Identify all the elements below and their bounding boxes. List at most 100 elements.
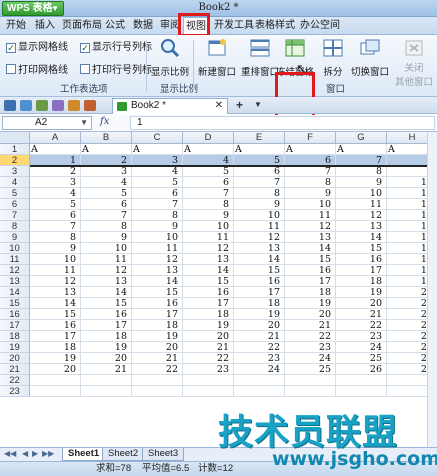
table-cell[interactable]: 4 bbox=[30, 188, 81, 199]
undo-icon[interactable] bbox=[68, 100, 80, 111]
show-gridlines-checkbox[interactable]: ✓ 显示网格线 bbox=[6, 41, 68, 54]
menu-formula[interactable]: 公式 bbox=[103, 17, 127, 35]
prev-sheet-icon[interactable]: ◀ bbox=[22, 449, 28, 458]
menu-developer[interactable]: 开发工具 bbox=[212, 17, 256, 35]
last-sheet-icon[interactable]: ▶▶ bbox=[42, 449, 54, 458]
table-cell[interactable]: 2 bbox=[30, 166, 81, 177]
table-cell[interactable]: 21 bbox=[132, 353, 183, 364]
row-header-8[interactable]: 8 bbox=[0, 221, 30, 232]
row-header-7[interactable]: 7 bbox=[0, 210, 30, 221]
row-header-15[interactable]: 15 bbox=[0, 298, 30, 309]
table-cell[interactable]: 17 bbox=[30, 331, 81, 342]
table-cell[interactable]: 24 bbox=[336, 342, 387, 353]
table-cell[interactable]: 21 bbox=[81, 364, 132, 375]
table-cell[interactable]: 8 bbox=[30, 232, 81, 243]
table-cell[interactable]: 17 bbox=[285, 276, 336, 287]
table-cell[interactable]: 20 bbox=[30, 364, 81, 375]
table-cell[interactable]: 3 bbox=[81, 166, 132, 177]
table-cell[interactable]: 8 bbox=[183, 199, 234, 210]
table-cell[interactable]: 6 bbox=[183, 177, 234, 188]
sheet-tab-1[interactable]: Sheet1 bbox=[62, 448, 106, 461]
table-cell[interactable]: 12 bbox=[285, 221, 336, 232]
table-cell[interactable]: 14 bbox=[30, 298, 81, 309]
table-cell[interactable]: 19 bbox=[132, 331, 183, 342]
table-cell[interactable]: 4 bbox=[81, 177, 132, 188]
row-header-9[interactable]: 9 bbox=[0, 232, 30, 243]
fx-icon[interactable]: fx bbox=[100, 116, 109, 127]
table-cell[interactable]: 8 bbox=[285, 177, 336, 188]
table-cell[interactable]: 12 bbox=[81, 265, 132, 276]
table-cell[interactable]: 13 bbox=[183, 254, 234, 265]
table-cell[interactable]: 20 bbox=[81, 353, 132, 364]
table-cell[interactable]: 4 bbox=[132, 166, 183, 177]
table-cell[interactable]: 9 bbox=[285, 188, 336, 199]
row-header-10[interactable]: 10 bbox=[0, 243, 30, 254]
table-cell[interactable]: 11 bbox=[81, 254, 132, 265]
row-header-2[interactable]: 2 bbox=[0, 155, 30, 166]
table-cell[interactable]: 18 bbox=[234, 298, 285, 309]
file-icon[interactable] bbox=[4, 100, 16, 111]
table-cell[interactable]: 18 bbox=[183, 309, 234, 320]
table-cell[interactable]: A bbox=[81, 144, 132, 155]
table-cell[interactable]: 9 bbox=[234, 199, 285, 210]
table-cell[interactable]: 18 bbox=[30, 342, 81, 353]
first-sheet-icon[interactable]: ◀◀ bbox=[4, 449, 16, 458]
table-cell[interactable] bbox=[132, 386, 183, 397]
table-cell[interactable]: 12 bbox=[132, 254, 183, 265]
table-cell[interactable]: 7 bbox=[234, 177, 285, 188]
table-cell[interactable]: 20 bbox=[234, 320, 285, 331]
table-cell[interactable]: 5 bbox=[81, 188, 132, 199]
table-cell[interactable]: 9 bbox=[81, 232, 132, 243]
table-cell[interactable]: 20 bbox=[183, 331, 234, 342]
row-header-21[interactable]: 21 bbox=[0, 364, 30, 375]
table-cell[interactable] bbox=[234, 386, 285, 397]
table-cell[interactable]: A bbox=[285, 144, 336, 155]
table-cell[interactable]: 11 bbox=[183, 232, 234, 243]
table-cell[interactable]: 5 bbox=[30, 199, 81, 210]
print-icon[interactable] bbox=[36, 100, 48, 111]
table-cell[interactable]: 12 bbox=[234, 232, 285, 243]
menu-home[interactable]: 开始 bbox=[4, 17, 28, 35]
table-cell[interactable]: 11 bbox=[132, 243, 183, 254]
table-cell[interactable]: 15 bbox=[30, 309, 81, 320]
table-cell[interactable]: 14 bbox=[336, 232, 387, 243]
table-cell[interactable]: 11 bbox=[285, 210, 336, 221]
table-cell[interactable]: 17 bbox=[81, 320, 132, 331]
table-cell[interactable]: A bbox=[30, 144, 81, 155]
table-cell[interactable]: 18 bbox=[285, 287, 336, 298]
table-cell[interactable] bbox=[30, 375, 81, 386]
row-header-14[interactable]: 14 bbox=[0, 287, 30, 298]
column-header-g[interactable]: G bbox=[336, 132, 387, 144]
table-cell[interactable]: 18 bbox=[336, 276, 387, 287]
row-header-11[interactable]: 11 bbox=[0, 254, 30, 265]
table-cell[interactable]: 7 bbox=[285, 166, 336, 177]
table-cell[interactable]: A bbox=[234, 144, 285, 155]
menu-office-space[interactable]: 办公空间 bbox=[298, 17, 342, 35]
table-cell[interactable]: 8 bbox=[132, 210, 183, 221]
row-header-17[interactable]: 17 bbox=[0, 320, 30, 331]
table-cell[interactable]: 10 bbox=[30, 254, 81, 265]
table-cell[interactable]: 25 bbox=[285, 364, 336, 375]
table-cell[interactable] bbox=[81, 375, 132, 386]
table-cell[interactable]: 10 bbox=[81, 243, 132, 254]
table-cell[interactable]: 19 bbox=[336, 287, 387, 298]
table-cell[interactable]: 14 bbox=[132, 276, 183, 287]
table-cell[interactable]: 9 bbox=[132, 221, 183, 232]
table-cell[interactable] bbox=[234, 375, 285, 386]
table-cell[interactable] bbox=[336, 386, 387, 397]
table-cell[interactable]: 6 bbox=[81, 199, 132, 210]
row-header-4[interactable]: 4 bbox=[0, 177, 30, 188]
table-cell[interactable]: 22 bbox=[336, 320, 387, 331]
table-cell[interactable]: 9 bbox=[30, 243, 81, 254]
row-header-22[interactable]: 22 bbox=[0, 375, 30, 386]
table-cell[interactable]: 26 bbox=[336, 364, 387, 375]
table-cell[interactable]: 6 bbox=[234, 166, 285, 177]
row-header-3[interactable]: 3 bbox=[0, 166, 30, 177]
table-cell[interactable]: 15 bbox=[81, 298, 132, 309]
table-cell[interactable]: 21 bbox=[183, 342, 234, 353]
vertical-scrollbar[interactable] bbox=[427, 132, 437, 447]
close-icon[interactable]: ✕ bbox=[215, 99, 223, 113]
table-cell[interactable]: 18 bbox=[132, 320, 183, 331]
table-cell[interactable]: 10 bbox=[336, 188, 387, 199]
table-cell[interactable]: 13 bbox=[81, 276, 132, 287]
